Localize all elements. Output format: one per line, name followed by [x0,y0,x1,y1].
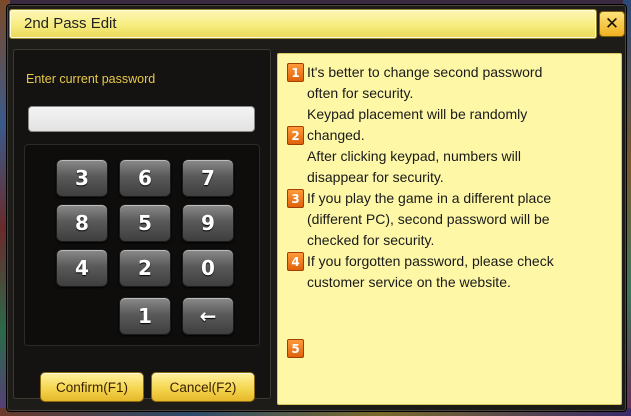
info-item-3: 3 If you play the game in a different pl… [287,188,617,251]
number-badge: 5 [287,339,304,358]
number-badge: 4 [287,252,304,271]
dialog-title: 2nd Pass Edit [24,15,117,32]
key-6[interactable]: 6 [119,159,171,197]
info-text: It's better to change second password of… [307,64,543,101]
cancel-button[interactable]: Cancel(F2) [151,372,255,402]
key-8[interactable]: 8 [56,204,108,242]
number-badge: 2 [287,126,304,145]
key-2[interactable]: 2 [119,249,171,287]
info-item-4: 4 If you forgotten password, please chec… [287,251,617,293]
keypad: 3 6 7 8 5 9 4 2 0 1 ← [24,144,260,346]
backspace-arrow-icon: ← [199,304,217,328]
backspace-button[interactable]: ← [182,297,234,335]
key-0[interactable]: 0 [182,249,234,287]
info-panel: 1 It's better to change second password … [277,53,622,405]
info-item-2: Keypad placement will be randomly change… [287,104,617,188]
info-item-1: 1 It's better to change second password … [287,62,617,104]
key-4[interactable]: 4 [56,249,108,287]
number-badge: 1 [287,63,304,82]
key-1[interactable]: 1 [119,297,171,335]
close-button[interactable]: ✕ [599,11,625,37]
password-panel: Enter current password 3 6 7 8 5 9 4 2 0… [13,49,271,402]
info-item-5: 5 [287,338,617,358]
title-bar[interactable]: 2nd Pass Edit [9,9,597,39]
second-pass-dialog: 2nd Pass Edit ✕ Enter current password 3… [6,4,627,412]
password-input[interactable] [28,106,255,132]
info-text: If you play the game in a different plac… [307,190,552,248]
password-label: Enter current password [26,72,156,86]
info-text: If you forgotten password, please check … [307,253,554,290]
confirm-button[interactable]: Confirm(F1) [40,372,144,402]
close-icon: ✕ [604,14,620,34]
key-7[interactable]: 7 [182,159,234,197]
number-badge: 3 [287,189,304,208]
key-9[interactable]: 9 [182,204,234,242]
key-5[interactable]: 5 [119,204,171,242]
key-3[interactable]: 3 [56,159,108,197]
info-text: Keypad placement will be randomly change… [307,106,528,185]
